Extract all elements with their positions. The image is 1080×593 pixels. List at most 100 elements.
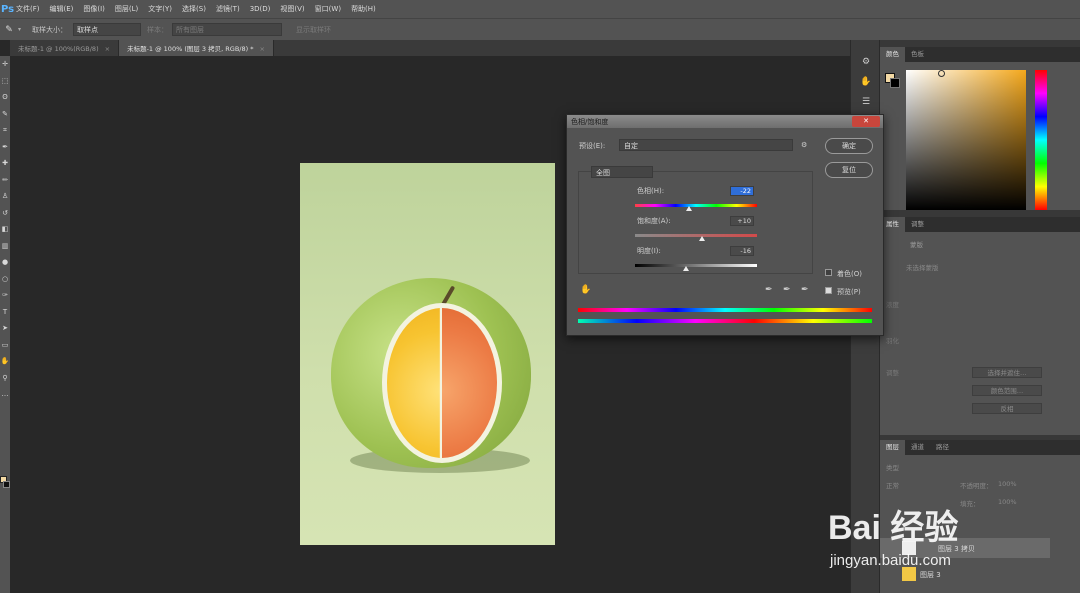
saturation-slider[interactable]: [635, 234, 757, 241]
lightness-label: 明度(I):: [637, 247, 661, 255]
invert-button[interactable]: 反相: [972, 403, 1042, 414]
chevron-down-icon[interactable]: ▾: [18, 26, 32, 33]
saturation-label: 饱和度(A):: [637, 217, 671, 225]
crop-tool-icon[interactable]: ⌗: [0, 122, 10, 139]
input-color-bar: [578, 308, 872, 312]
stamp-tool-icon[interactable]: ♙: [0, 188, 10, 205]
menu-help[interactable]: 帮助(H): [351, 4, 376, 14]
menu-layer[interactable]: 图层(L): [115, 4, 138, 14]
eyedropper-icon[interactable]: ✒: [765, 285, 773, 295]
shape-tool-icon[interactable]: ▭: [0, 337, 10, 354]
history-icon[interactable]: ⚙: [851, 52, 881, 72]
menu-file[interactable]: 文件(F): [16, 4, 40, 14]
hue-slider-thumb[interactable]: [685, 206, 692, 211]
saturation-slider-thumb[interactable]: [699, 236, 706, 241]
select-and-mask-button[interactable]: 选择并遮住…: [972, 367, 1042, 378]
ok-button[interactable]: 确定: [825, 138, 873, 154]
adjust-label: 调整: [886, 369, 899, 377]
close-icon[interactable]: ×: [105, 45, 110, 53]
brush-tool-icon[interactable]: ✏: [0, 172, 10, 189]
adjust-icon[interactable]: ☰: [851, 92, 881, 112]
preset-select[interactable]: 自定: [619, 139, 793, 151]
color-range-button[interactable]: 颜色范围…: [972, 385, 1042, 396]
tab-adjustments[interactable]: 调整: [905, 217, 930, 232]
close-icon[interactable]: ×: [259, 45, 264, 53]
move-tool-icon[interactable]: ✛: [0, 56, 10, 73]
sample-select[interactable]: 所有图层: [172, 23, 282, 36]
mask-status: 未选择蒙版: [906, 264, 939, 272]
lightness-slider-thumb[interactable]: [683, 266, 690, 271]
color-field[interactable]: [906, 70, 1026, 210]
hue-input[interactable]: -22: [730, 186, 754, 196]
layer-kind-filter[interactable]: 类型: [886, 462, 899, 472]
sample-size-select[interactable]: 取样点: [73, 23, 141, 36]
eyedropper-plus-icon[interactable]: ✒: [783, 285, 791, 295]
show-ring-checkbox[interactable]: 显示取样环: [296, 25, 331, 35]
dodge-tool-icon[interactable]: ○: [0, 271, 10, 288]
channel-select[interactable]: 全图: [591, 166, 653, 178]
document-image[interactable]: [300, 163, 555, 545]
document-tabs: 未标题-1 @ 100%(RGB/8) × 未标题-1 @ 100% (图层 3 …: [10, 40, 850, 56]
colorize-checkbox[interactable]: [825, 269, 832, 276]
more-tools-icon[interactable]: …: [0, 386, 10, 403]
preview-checkbox[interactable]: [825, 287, 832, 294]
saturation-input[interactable]: +10: [730, 216, 754, 226]
preview-label: 预览(P): [837, 288, 861, 296]
menu-image[interactable]: 图像(I): [83, 4, 105, 14]
blur-tool-icon[interactable]: ●: [0, 254, 10, 271]
lightness-slider[interactable]: [635, 264, 757, 271]
gradient-tool-icon[interactable]: ▥: [0, 238, 10, 255]
history-brush-icon[interactable]: ↺: [0, 205, 10, 222]
targeted-adjust-icon[interactable]: ✋: [580, 285, 591, 295]
sample-label: 样本：: [147, 25, 168, 34]
eyedropper-minus-icon[interactable]: ✒: [801, 285, 809, 295]
watermark-url: jingyan.baidu.com: [830, 552, 951, 569]
tab-doc-1[interactable]: 未标题-1 @ 100%(RGB/8) ×: [10, 40, 120, 56]
background-color-swatch[interactable]: [3, 481, 10, 488]
menu-3d[interactable]: 3D(D): [250, 5, 271, 13]
menu-window[interactable]: 窗口(W): [315, 4, 341, 14]
menu-filter[interactable]: 滤镜(T): [216, 4, 240, 14]
marquee-tool-icon[interactable]: ⬚: [0, 73, 10, 90]
feather-label: 羽化: [886, 337, 899, 345]
menu-edit[interactable]: 编辑(E): [50, 4, 74, 14]
lasso-tool-icon[interactable]: ʘ: [0, 89, 10, 106]
adjust-group: [578, 171, 813, 274]
zoom-tool-icon[interactable]: ⚲: [0, 370, 10, 387]
dialog-titlebar[interactable]: 色相/饱和度 ✕: [567, 115, 883, 128]
menu-select[interactable]: 选择(S): [182, 4, 206, 14]
pen-tool-icon[interactable]: ✑: [0, 287, 10, 304]
eyedropper-tool-icon[interactable]: ✒: [0, 139, 10, 156]
mask-title: 蒙版: [910, 241, 923, 249]
bg-swatch[interactable]: [890, 78, 900, 88]
apple-cut-face: [382, 303, 502, 463]
heal-tool-icon[interactable]: ✚: [0, 155, 10, 172]
menu-type[interactable]: 文字(Y): [148, 4, 172, 14]
gear-icon[interactable]: ⚙: [801, 141, 807, 149]
type-tool-icon[interactable]: T: [0, 304, 10, 321]
hand-tool-icon[interactable]: ✋: [0, 353, 10, 370]
menu-view[interactable]: 视图(V): [280, 4, 304, 14]
reset-button[interactable]: 复位: [825, 162, 873, 178]
tab-channels[interactable]: 通道: [905, 440, 930, 455]
quick-select-icon[interactable]: ✎: [0, 106, 10, 123]
tab-swatches[interactable]: 色板: [905, 47, 930, 62]
app-logo: Ps: [1, 3, 15, 15]
hue-slider[interactable]: [635, 204, 757, 211]
tab-paths[interactable]: 路径: [930, 440, 955, 455]
tab-label: 未标题-1 @ 100% (图层 3 拷贝, RGB/8) *: [127, 45, 254, 53]
tab-doc-2[interactable]: 未标题-1 @ 100% (图层 3 拷贝, RGB/8) * ×: [119, 40, 274, 56]
lightness-input[interactable]: -16: [730, 246, 754, 256]
eyedropper-icon[interactable]: ✎: [0, 25, 18, 35]
dialog-title: 色相/饱和度: [571, 118, 609, 126]
color-picker-cursor[interactable]: [938, 70, 945, 77]
eraser-tool-icon[interactable]: ◧: [0, 221, 10, 238]
hue-label: 色相(H):: [637, 187, 665, 195]
tab-color[interactable]: 颜色: [880, 47, 905, 62]
close-button[interactable]: ✕: [852, 116, 880, 127]
actions-icon[interactable]: ✋: [851, 72, 881, 92]
hue-strip[interactable]: [1035, 70, 1047, 210]
density-label: 浓度: [886, 301, 899, 309]
tab-layers[interactable]: 图层: [880, 440, 905, 455]
path-select-icon[interactable]: ➤: [0, 320, 10, 337]
